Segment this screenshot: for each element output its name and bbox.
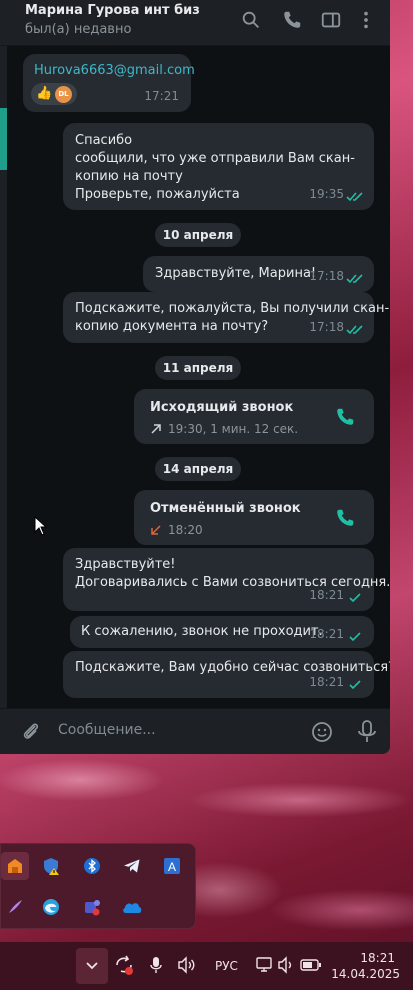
date-separator: 14 апреля [155,457,241,481]
sent-tick-icon [349,593,361,603]
microphone-tray-icon[interactable] [145,954,167,976]
message-thanks[interactable]: Спасибо сообщили, что уже отправили Вам … [63,123,374,210]
message-line: сообщили, что уже отправили Вам скан- [75,151,355,166]
read-ticks-icon [346,274,363,284]
message-outgoing-call[interactable]: Исходящий звонок 19:30, 1 мин. 12 сек. [134,389,374,444]
phone-icon[interactable] [281,9,303,31]
avatar: DL [55,86,72,103]
chat-title[interactable]: Марина Гурова инт биз [25,3,200,18]
message-line: Здравствуйте! [75,557,176,572]
microphone-icon[interactable] [355,719,379,745]
call-back-icon[interactable] [334,507,356,529]
call-back-icon[interactable] [334,406,356,428]
message-list[interactable]: Hurova6663@gmail.com 👍 DL 17:21 Спасибо … [7,46,390,708]
battery-icon[interactable] [300,954,322,976]
call-title: Исходящий звонок [150,400,294,415]
read-ticks-icon [346,325,363,335]
translator-icon[interactable]: A [158,852,186,880]
message-line: копию на почту [75,169,183,184]
message-hello[interactable]: Здравствуйте, Марина! 17:18 [143,256,374,292]
email-link[interactable]: Hurova6663@gmail.com [34,62,195,80]
read-ticks-icon [346,192,363,202]
message-failed[interactable]: К сожалению, звонок не проходит. 18:21 [70,616,374,648]
bluetooth-icon[interactable] [78,852,106,880]
tray-overflow-flyout: A [0,843,196,929]
sent-tick-icon [349,632,361,642]
chat-header: Марина Гурова инт биз был(а) недавно [0,0,390,46]
arrow-cancelled-icon [151,525,161,535]
message-question[interactable]: Подскажите, пожалуйста, Вы получили скан… [63,292,389,343]
message-input[interactable]: Сообщение... [58,722,156,738]
sync-error-icon[interactable] [113,954,135,976]
active-chat-indicator [0,108,7,170]
message-time: 19:35 [309,187,344,201]
sent-tick-icon [349,680,361,690]
show-hidden-icons-button[interactable] [76,948,108,984]
clock-date[interactable]: 14.04.2025 [331,967,400,981]
mouse-cursor-icon [34,516,46,536]
message-line: Спасибо [75,133,133,148]
call-details: 18:20 [168,523,203,537]
call-title: Отменённый звонок [150,501,301,516]
message-time: 17:21 [144,89,179,103]
app-orange-icon[interactable] [1,852,29,880]
date-separator: 11 апреля [155,356,241,380]
message-time: 17:18 [309,269,344,283]
sidebar-toggle-icon[interactable] [320,9,342,31]
date-separator: 10 апреля [155,223,241,247]
arrow-outgoing-icon [151,424,161,434]
message-convenient[interactable]: Подскажите, Вам удобно сейчас созвонитьс… [63,651,390,698]
speaker-icon[interactable] [276,954,298,976]
message-cancelled-call[interactable]: Отменённый звонок 18:20 [134,490,374,545]
taskbar: РУС 18:21 14.04.2025 [0,942,413,990]
more-menu-icon[interactable] [355,9,377,31]
onedrive-icon[interactable] [118,893,146,921]
clock-time[interactable]: 18:21 [360,951,395,965]
volume-icon[interactable] [176,954,198,976]
svg-text:A: A [168,860,176,874]
message-text: Здравствуйте, Марина! [155,266,317,281]
thumbs-up-icon: 👍 [36,86,53,101]
message-text: К сожалению, звонок не проходит. [81,624,323,639]
reaction-badge[interactable]: 👍 DL [31,83,77,105]
message-agreed[interactable]: Здравствуйте! Договаривались с Вами созв… [63,548,390,611]
pen-icon[interactable] [1,893,29,921]
message-time: 18:21 [309,675,344,689]
emoji-icon[interactable] [310,720,334,744]
message-time: 18:21 [309,627,344,641]
telegram-icon[interactable] [118,852,146,880]
message-time: 17:18 [309,320,344,334]
shield-warning-icon[interactable] [37,852,65,880]
chat-window: Марина Гурова инт биз был(а) недавно Hur… [0,0,390,754]
message-email[interactable]: Hurova6663@gmail.com 👍 DL 17:21 [23,54,195,112]
search-icon[interactable] [240,9,262,31]
teams-icon[interactable] [78,893,106,921]
network-icon[interactable] [254,954,276,976]
message-composer: Сообщение... [0,708,390,754]
language-indicator[interactable]: РУС [215,959,238,973]
chat-status: был(а) недавно [25,22,132,37]
attach-icon[interactable] [20,721,42,743]
chevron-down-icon [86,962,98,970]
edge-icon[interactable] [37,893,65,921]
message-time: 18:21 [309,588,344,602]
call-details: 19:30, 1 мин. 12 сек. [168,422,299,436]
message-line: Подскажите, пожалуйста, Вы получили скан… [75,301,390,316]
